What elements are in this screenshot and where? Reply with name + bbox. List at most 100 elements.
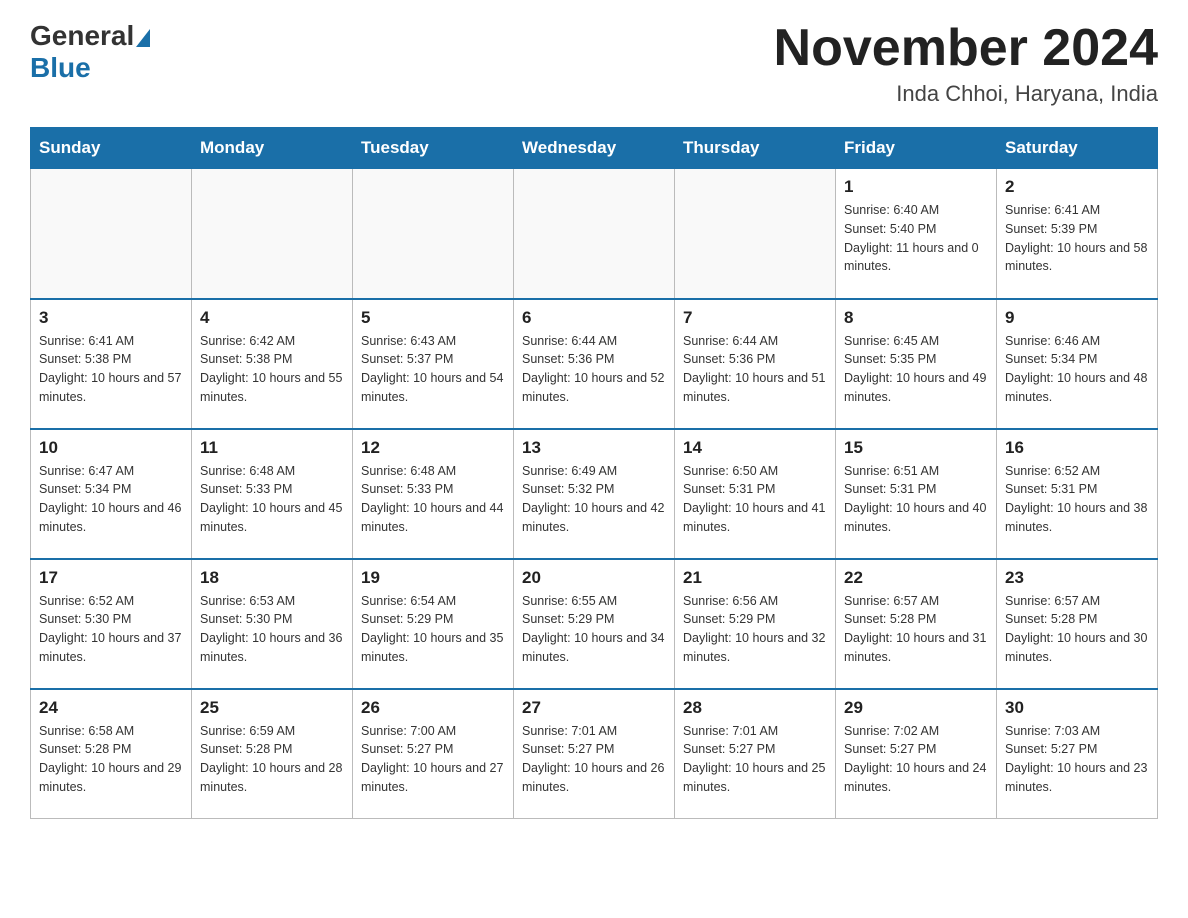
logo: General Blue (30, 20, 152, 84)
day-number: 8 (844, 308, 988, 328)
day-info: Sunrise: 6:49 AM Sunset: 5:32 PM Dayligh… (522, 462, 666, 537)
calendar-cell: 13 Sunrise: 6:49 AM Sunset: 5:32 PM Dayli… (514, 429, 675, 559)
day-number: 23 (1005, 568, 1149, 588)
calendar-cell: 17Sunrise: 6:52 AM Sunset: 5:30 PM Dayli… (31, 559, 192, 689)
calendar-cell: 29 Sunrise: 7:02 AM Sunset: 5:27 PM Dayli… (836, 689, 997, 819)
day-number: 22 (844, 568, 988, 588)
calendar-cell: 21Sunrise: 6:56 AM Sunset: 5:29 PM Dayli… (675, 559, 836, 689)
day-info: Sunrise: 6:51 AM Sunset: 5:31 PM Dayligh… (844, 462, 988, 537)
calendar-week-5: 24 Sunrise: 6:58 AM Sunset: 5:28 PM Dayli… (31, 689, 1158, 819)
calendar-cell: 7Sunrise: 6:44 AM Sunset: 5:36 PM Daylig… (675, 299, 836, 429)
day-number: 4 (200, 308, 344, 328)
column-header-monday: Monday (192, 128, 353, 169)
day-number: 30 (1005, 698, 1149, 718)
calendar-week-2: 3 Sunrise: 6:41 AM Sunset: 5:38 PM Daylig… (31, 299, 1158, 429)
calendar-cell (675, 169, 836, 299)
day-number: 29 (844, 698, 988, 718)
day-number: 14 (683, 438, 827, 458)
calendar-cell: 2Sunrise: 6:41 AM Sunset: 5:39 PM Daylig… (997, 169, 1158, 299)
day-info: Sunrise: 6:58 AM Sunset: 5:28 PM Dayligh… (39, 722, 183, 797)
month-title: November 2024 (774, 20, 1158, 77)
day-info: Sunrise: 6:48 AM Sunset: 5:33 PM Dayligh… (361, 462, 505, 537)
day-info: Sunrise: 6:52 AM Sunset: 5:30 PM Dayligh… (39, 592, 183, 667)
calendar-cell: 23 Sunrise: 6:57 AM Sunset: 5:28 PM Dayli… (997, 559, 1158, 689)
column-header-saturday: Saturday (997, 128, 1158, 169)
day-number: 20 (522, 568, 666, 588)
day-info: Sunrise: 6:52 AM Sunset: 5:31 PM Dayligh… (1005, 462, 1149, 537)
day-info: Sunrise: 6:42 AM Sunset: 5:38 PM Dayligh… (200, 332, 344, 407)
day-info: Sunrise: 6:54 AM Sunset: 5:29 PM Dayligh… (361, 592, 505, 667)
calendar-cell: 14 Sunrise: 6:50 AM Sunset: 5:31 PM Dayli… (675, 429, 836, 559)
day-info: Sunrise: 6:57 AM Sunset: 5:28 PM Dayligh… (1005, 592, 1149, 667)
calendar-cell: 15 Sunrise: 6:51 AM Sunset: 5:31 PM Dayli… (836, 429, 997, 559)
column-header-wednesday: Wednesday (514, 128, 675, 169)
day-info: Sunrise: 6:56 AM Sunset: 5:29 PM Dayligh… (683, 592, 827, 667)
calendar-week-4: 17Sunrise: 6:52 AM Sunset: 5:30 PM Dayli… (31, 559, 1158, 689)
day-number: 16 (1005, 438, 1149, 458)
day-info: Sunrise: 6:55 AM Sunset: 5:29 PM Dayligh… (522, 592, 666, 667)
calendar-cell: 27Sunrise: 7:01 AM Sunset: 5:27 PM Dayli… (514, 689, 675, 819)
calendar-cell: 10Sunrise: 6:47 AM Sunset: 5:34 PM Dayli… (31, 429, 192, 559)
calendar-cell: 16 Sunrise: 6:52 AM Sunset: 5:31 PM Dayli… (997, 429, 1158, 559)
day-info: Sunrise: 6:50 AM Sunset: 5:31 PM Dayligh… (683, 462, 827, 537)
day-number: 28 (683, 698, 827, 718)
day-number: 2 (1005, 177, 1149, 197)
calendar-cell (353, 169, 514, 299)
day-number: 3 (39, 308, 183, 328)
day-info: Sunrise: 6:41 AM Sunset: 5:38 PM Dayligh… (39, 332, 183, 407)
day-info: Sunrise: 6:53 AM Sunset: 5:30 PM Dayligh… (200, 592, 344, 667)
day-info: Sunrise: 7:02 AM Sunset: 5:27 PM Dayligh… (844, 722, 988, 797)
day-info: Sunrise: 6:40 AM Sunset: 5:40 PM Dayligh… (844, 201, 988, 276)
logo-general-text: General (30, 20, 134, 52)
column-header-friday: Friday (836, 128, 997, 169)
calendar-header-row: SundayMondayTuesdayWednesdayThursdayFrid… (31, 128, 1158, 169)
day-info: Sunrise: 6:44 AM Sunset: 5:36 PM Dayligh… (683, 332, 827, 407)
calendar-cell: 26 Sunrise: 7:00 AM Sunset: 5:27 PM Dayli… (353, 689, 514, 819)
calendar-cell: 24 Sunrise: 6:58 AM Sunset: 5:28 PM Dayli… (31, 689, 192, 819)
day-info: Sunrise: 7:00 AM Sunset: 5:27 PM Dayligh… (361, 722, 505, 797)
day-number: 5 (361, 308, 505, 328)
calendar-cell: 9 Sunrise: 6:46 AM Sunset: 5:34 PM Daylig… (997, 299, 1158, 429)
calendar-cell (192, 169, 353, 299)
day-number: 24 (39, 698, 183, 718)
calendar-cell: 22 Sunrise: 6:57 AM Sunset: 5:28 PM Dayli… (836, 559, 997, 689)
calendar-cell: 28 Sunrise: 7:01 AM Sunset: 5:27 PM Dayli… (675, 689, 836, 819)
day-number: 18 (200, 568, 344, 588)
calendar-cell: 30 Sunrise: 7:03 AM Sunset: 5:27 PM Dayli… (997, 689, 1158, 819)
day-number: 12 (361, 438, 505, 458)
calendar-cell: 25 Sunrise: 6:59 AM Sunset: 5:28 PM Dayli… (192, 689, 353, 819)
calendar-cell: 5 Sunrise: 6:43 AM Sunset: 5:37 PM Daylig… (353, 299, 514, 429)
logo-arrow-icon (136, 29, 150, 47)
day-info: Sunrise: 6:44 AM Sunset: 5:36 PM Dayligh… (522, 332, 666, 407)
day-number: 6 (522, 308, 666, 328)
day-info: Sunrise: 6:57 AM Sunset: 5:28 PM Dayligh… (844, 592, 988, 667)
day-info: Sunrise: 7:01 AM Sunset: 5:27 PM Dayligh… (683, 722, 827, 797)
calendar-cell: 11Sunrise: 6:48 AM Sunset: 5:33 PM Dayli… (192, 429, 353, 559)
calendar-cell (514, 169, 675, 299)
day-info: Sunrise: 6:59 AM Sunset: 5:28 PM Dayligh… (200, 722, 344, 797)
day-number: 9 (1005, 308, 1149, 328)
calendar-cell: 19Sunrise: 6:54 AM Sunset: 5:29 PM Dayli… (353, 559, 514, 689)
calendar-cell: 3 Sunrise: 6:41 AM Sunset: 5:38 PM Daylig… (31, 299, 192, 429)
page-header: General Blue November 2024 Inda Chhoi, H… (30, 20, 1158, 107)
calendar-cell: 6 Sunrise: 6:44 AM Sunset: 5:36 PM Daylig… (514, 299, 675, 429)
calendar-cell: 20 Sunrise: 6:55 AM Sunset: 5:29 PM Dayli… (514, 559, 675, 689)
day-number: 13 (522, 438, 666, 458)
calendar-table: SundayMondayTuesdayWednesdayThursdayFrid… (30, 127, 1158, 819)
column-header-tuesday: Tuesday (353, 128, 514, 169)
calendar-cell (31, 169, 192, 299)
day-number: 15 (844, 438, 988, 458)
day-number: 1 (844, 177, 988, 197)
day-info: Sunrise: 6:45 AM Sunset: 5:35 PM Dayligh… (844, 332, 988, 407)
day-number: 25 (200, 698, 344, 718)
day-info: Sunrise: 6:46 AM Sunset: 5:34 PM Dayligh… (1005, 332, 1149, 407)
day-info: Sunrise: 6:48 AM Sunset: 5:33 PM Dayligh… (200, 462, 344, 537)
calendar-week-3: 10Sunrise: 6:47 AM Sunset: 5:34 PM Dayli… (31, 429, 1158, 559)
day-number: 26 (361, 698, 505, 718)
location-text: Inda Chhoi, Haryana, India (774, 81, 1158, 107)
day-info: Sunrise: 6:43 AM Sunset: 5:37 PM Dayligh… (361, 332, 505, 407)
day-info: Sunrise: 7:01 AM Sunset: 5:27 PM Dayligh… (522, 722, 666, 797)
day-info: Sunrise: 7:03 AM Sunset: 5:27 PM Dayligh… (1005, 722, 1149, 797)
calendar-cell: 4 Sunrise: 6:42 AM Sunset: 5:38 PM Daylig… (192, 299, 353, 429)
day-info: Sunrise: 6:47 AM Sunset: 5:34 PM Dayligh… (39, 462, 183, 537)
